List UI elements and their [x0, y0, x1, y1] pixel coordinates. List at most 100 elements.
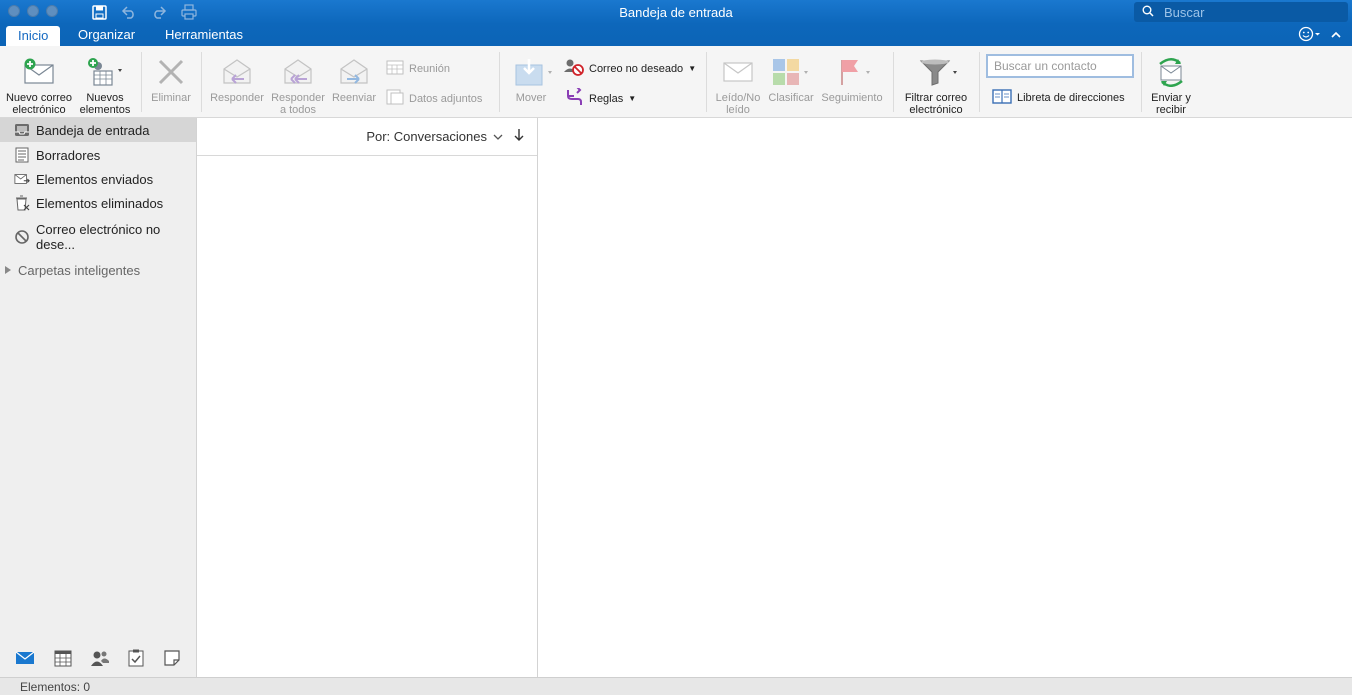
reply-all-icon: [281, 52, 315, 92]
follow-up-label: Seguimiento: [821, 92, 883, 104]
ribbon-separator: [141, 52, 142, 112]
calendar-icon: [386, 59, 404, 78]
folder-label: Elementos eliminados: [36, 195, 164, 211]
disclosure-triangle-icon[interactable]: [4, 263, 12, 278]
ribbon-separator: [893, 52, 894, 112]
filter-icon: [913, 52, 959, 92]
new-email-button[interactable]: Nuevo correo electrónico: [4, 46, 74, 116]
undo-icon[interactable]: [120, 3, 138, 21]
dropdown-arrow-icon: ▼: [628, 94, 637, 103]
address-book-button[interactable]: Libreta de direcciones: [992, 88, 1125, 107]
ribbon-separator: [706, 52, 707, 112]
envelope-icon: [722, 52, 754, 92]
filter-email-button[interactable]: Filtrar correo electrónico: [898, 46, 974, 116]
redo-icon[interactable]: [150, 3, 168, 21]
folder-deleted[interactable]: Elementos eliminados: [0, 191, 196, 215]
meeting-button[interactable]: Reunión: [386, 59, 450, 78]
item-count: Elementos: 0: [20, 680, 91, 694]
calendar-icon[interactable]: [54, 649, 72, 670]
window-controls: [8, 5, 58, 17]
message-list: Por: Conversaciones: [197, 118, 538, 677]
save-icon[interactable]: [90, 3, 108, 21]
folder-sent[interactable]: Elementos enviados: [0, 167, 196, 191]
new-email-label-2: electrónico: [12, 104, 66, 116]
filter-email-label: Filtrar correo: [904, 92, 968, 104]
ribbon-separator: [499, 52, 500, 112]
mail-icon[interactable]: [15, 650, 35, 669]
send-receive-button[interactable]: Enviar y recibir: [1146, 46, 1196, 116]
move-button[interactable]: Mover: [506, 46, 556, 104]
sort-by-dropdown[interactable]: Por: Conversaciones: [366, 129, 503, 144]
drafts-icon: [14, 147, 30, 163]
delete-button[interactable]: Eliminar: [146, 46, 196, 104]
tabbar-right: [1298, 26, 1342, 45]
new-items-label-2: elementos: [79, 104, 131, 116]
sort-bar: Por: Conversaciones: [197, 118, 537, 156]
flag-icon: [830, 52, 874, 92]
reading-pane: [538, 118, 1352, 677]
attachment-icon: [386, 89, 404, 108]
attachments-label: Datos adjuntos: [409, 92, 483, 105]
sort-label: Por: Conversaciones: [366, 129, 487, 144]
contact-search-input[interactable]: [986, 54, 1134, 78]
send-receive-icon: [1154, 52, 1188, 92]
reply-label: Responder: [210, 92, 264, 104]
filter-email-label-2: electrónico: [909, 104, 963, 116]
meeting-label: Reunión: [409, 62, 450, 75]
minimize-window-button[interactable]: [27, 5, 39, 17]
reply-button[interactable]: Responder: [206, 46, 268, 104]
people-icon[interactable]: [90, 649, 110, 670]
rules-label: Reglas: [589, 92, 624, 105]
new-items-button[interactable]: Nuevos elementos: [76, 46, 134, 116]
reply-all-label-2: a todos: [279, 104, 317, 116]
send-receive-label: Enviar y: [1151, 92, 1191, 104]
read-unread-button[interactable]: Leído/No leído: [712, 46, 764, 116]
folder-label: Borradores: [36, 147, 101, 163]
new-email-label: Nuevo correo: [5, 92, 73, 104]
reply-all-button[interactable]: Responder a todos: [268, 46, 328, 116]
search-input[interactable]: [1164, 4, 1334, 20]
forward-label: Reenviar: [331, 92, 377, 104]
folder-junk[interactable]: Correo electrónico no dese...: [0, 222, 196, 252]
sent-icon: [14, 171, 30, 187]
forward-button[interactable]: Reenviar: [328, 46, 380, 104]
sort-direction-icon[interactable]: [513, 128, 525, 145]
smart-folders-label: Carpetas inteligentes: [18, 263, 141, 278]
reply-icon: [220, 52, 254, 92]
ribbon-tabs: Inicio Organizar Herramientas: [0, 24, 1352, 46]
send-receive-label-2: recibir: [1156, 104, 1186, 116]
search-icon: [1142, 5, 1154, 20]
folder-pane: Bandeja de entrada Borradores Elementos …: [0, 118, 197, 677]
dropdown-arrow-icon: ▼: [688, 64, 697, 73]
junk-icon: [14, 229, 30, 245]
smiley-feedback-icon[interactable]: [1298, 26, 1322, 45]
tab-inicio[interactable]: Inicio: [6, 26, 61, 46]
read-unread-label: Leído/No: [715, 92, 761, 104]
collapse-ribbon-icon[interactable]: [1330, 29, 1342, 43]
global-search[interactable]: [1134, 2, 1348, 22]
quick-access-toolbar: [90, 3, 198, 21]
junk-mail-button[interactable]: Correo no deseado ▼: [564, 58, 696, 79]
delete-label: Eliminar: [151, 92, 191, 104]
trash-icon: [14, 195, 30, 211]
tab-organizar[interactable]: Organizar: [66, 24, 147, 46]
tasks-icon[interactable]: [128, 649, 144, 670]
attachments-button[interactable]: Datos adjuntos: [386, 89, 482, 108]
ribbon: Nuevo correo electrónico Nuevos elemento…: [0, 46, 1352, 118]
smart-folders-group[interactable]: Carpetas inteligentes: [4, 263, 140, 278]
folder-drafts[interactable]: Borradores: [0, 143, 196, 167]
print-icon[interactable]: [180, 3, 198, 21]
zoom-window-button[interactable]: [46, 5, 58, 17]
move-label: Mover: [515, 92, 547, 104]
close-window-button[interactable]: [8, 5, 20, 17]
folder-inbox[interactable]: Bandeja de entrada: [0, 118, 196, 142]
notes-icon[interactable]: [163, 649, 181, 670]
module-switcher: [0, 641, 196, 677]
read-unread-label-2: leído: [726, 104, 750, 116]
tab-herramientas[interactable]: Herramientas: [153, 24, 255, 46]
folder-label: Bandeja de entrada: [36, 122, 150, 138]
junk-mail-label: Correo no deseado: [589, 62, 684, 75]
follow-up-button[interactable]: Seguimiento: [818, 46, 886, 104]
categorize-button[interactable]: Clasificar: [766, 46, 816, 104]
rules-button[interactable]: Reglas ▼: [564, 86, 637, 109]
